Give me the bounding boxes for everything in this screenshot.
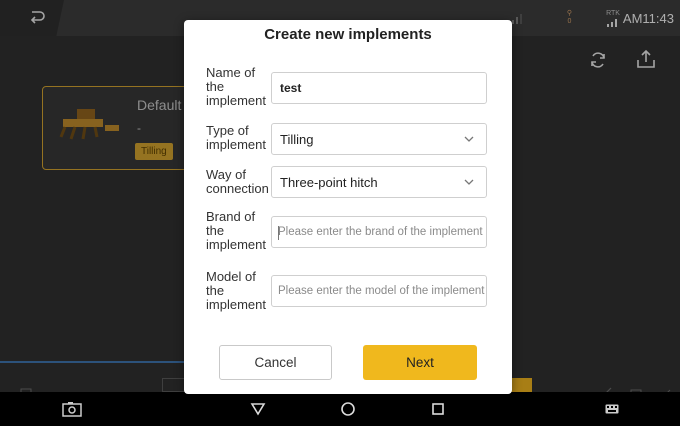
keyboard-icon: [605, 404, 619, 414]
screenshot-icon: [62, 402, 82, 417]
chevron-down-icon: [464, 179, 474, 185]
connection-select-value: Three-point hitch: [280, 174, 378, 190]
nav-home-button[interactable]: [336, 392, 360, 426]
type-select-value: Tilling: [280, 131, 314, 147]
model-input[interactable]: Please enter the model of the implement: [271, 275, 487, 307]
name-input[interactable]: test: [271, 72, 487, 104]
text-cursor: [278, 226, 279, 240]
type-select[interactable]: Tilling: [271, 123, 487, 155]
connection-field-label: Way of connection: [206, 167, 269, 196]
system-navigation-bar: [0, 392, 680, 426]
nav-home-icon: [341, 402, 355, 416]
brand-input-placeholder: Please enter the brand of the implement: [278, 226, 483, 238]
brand-input[interactable]: Please enter the brand of the implement: [271, 216, 487, 248]
nav-back-button[interactable]: [246, 392, 270, 426]
model-field-label: Model of the implement: [206, 269, 266, 312]
screenshot-button[interactable]: [60, 392, 84, 426]
type-field-label: Type of implement: [206, 123, 266, 152]
dialog-title: Create new implements: [264, 26, 432, 43]
chevron-down-icon: [464, 136, 474, 142]
create-implement-dialog: Create new implements Name of the implem…: [184, 20, 512, 394]
nav-recents-icon: [432, 403, 444, 415]
brand-field-label: Brand of the implement: [206, 209, 266, 252]
cancel-button[interactable]: Cancel: [219, 345, 332, 380]
keyboard-button[interactable]: [600, 392, 624, 426]
nav-back-icon: [250, 403, 266, 416]
name-field-label: Name of the implement: [206, 65, 266, 108]
connection-select[interactable]: Three-point hitch: [271, 166, 487, 198]
model-input-placeholder: Please enter the model of the implement: [278, 285, 485, 297]
next-button[interactable]: Next: [363, 345, 477, 380]
nav-recents-button[interactable]: [426, 392, 450, 426]
